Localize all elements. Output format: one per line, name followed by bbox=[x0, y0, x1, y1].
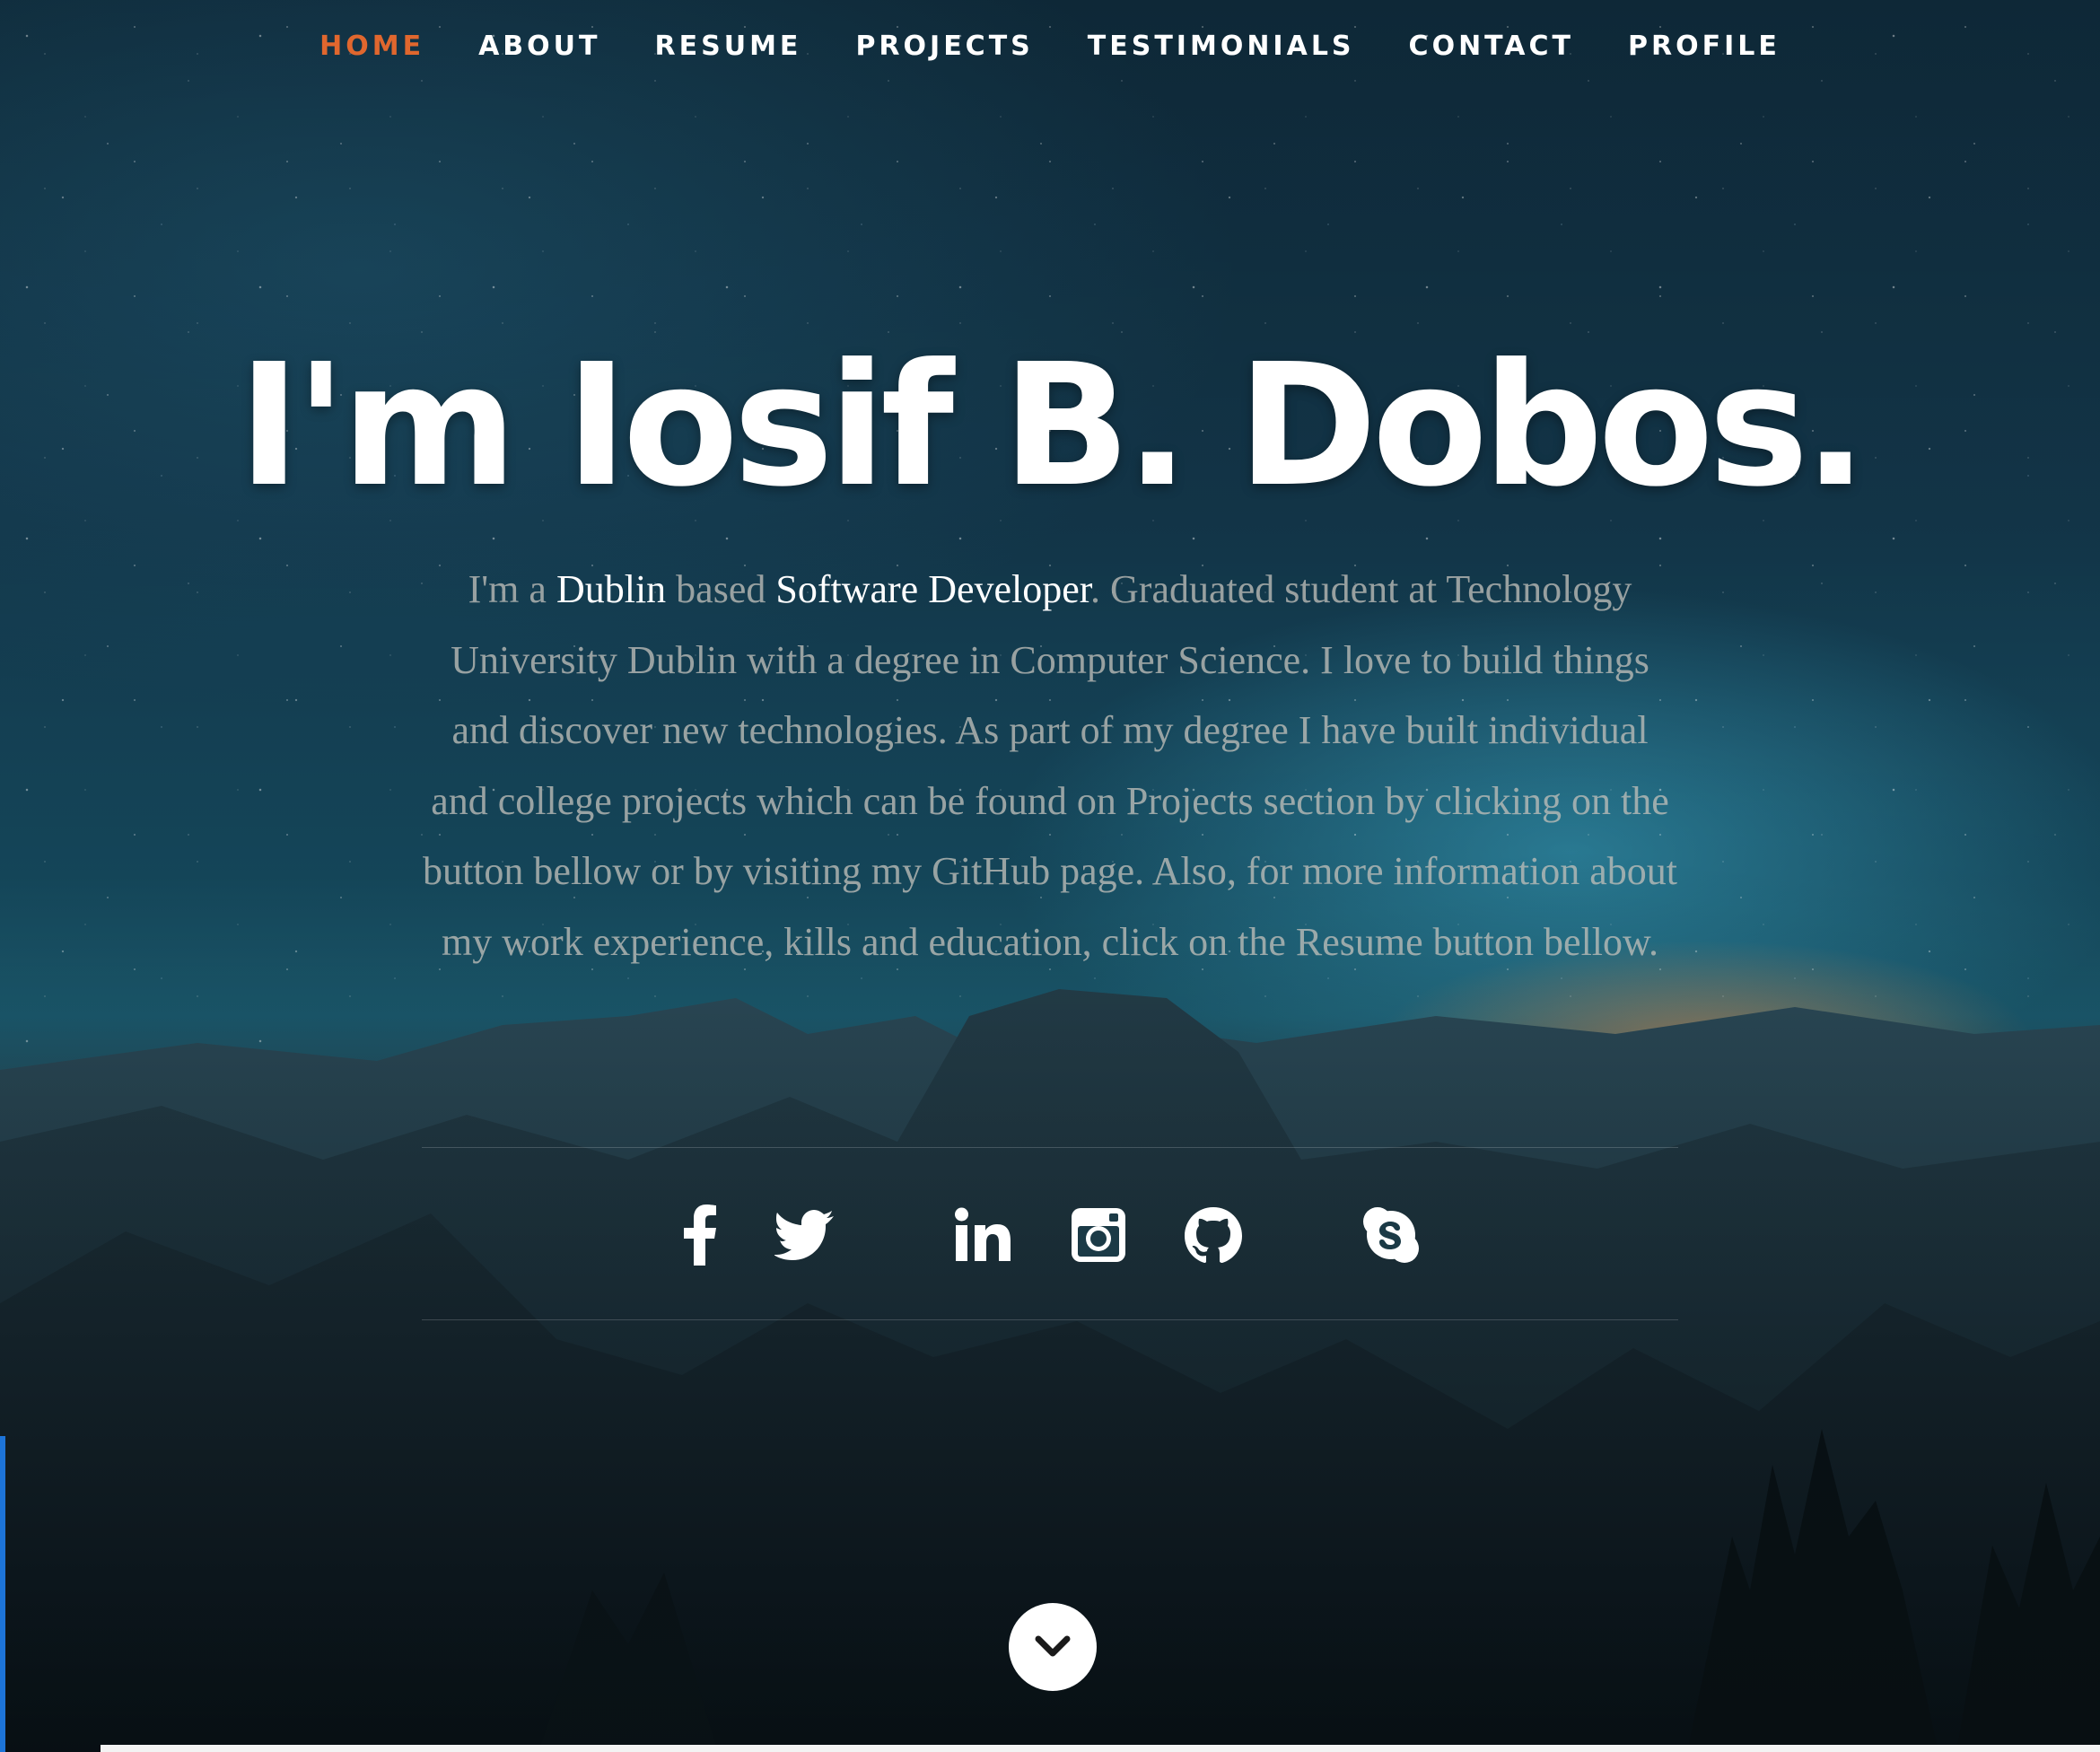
nav-testimonials[interactable]: TESTIMONIALS bbox=[1061, 27, 1382, 66]
intro-prefix: I'm a bbox=[468, 567, 556, 611]
hero-description: I'm a Dublin based Software Developer. G… bbox=[422, 555, 1678, 977]
github-icon[interactable] bbox=[1179, 1201, 1247, 1269]
bottom-strip bbox=[101, 1745, 2100, 1752]
hero-section: HOME ABOUT RESUME PROJECTS TESTIMONIALS … bbox=[0, 0, 2100, 1752]
skype-icon[interactable] bbox=[1357, 1201, 1425, 1269]
instagram-icon[interactable] bbox=[1064, 1201, 1133, 1269]
twitter-icon[interactable] bbox=[770, 1201, 838, 1269]
hero-title: I'm Iosif B. Dobos. bbox=[238, 328, 1868, 524]
facebook-icon[interactable] bbox=[666, 1201, 734, 1269]
nav-home[interactable]: HOME bbox=[293, 27, 451, 66]
linkedin-icon[interactable] bbox=[949, 1201, 1018, 1269]
nav-projects[interactable]: PROJECTS bbox=[828, 27, 1060, 66]
social-links bbox=[0, 1201, 2100, 1273]
divider-bottom bbox=[422, 1319, 1678, 1320]
main-navigation: HOME ABOUT RESUME PROJECTS TESTIMONIALS … bbox=[0, 27, 2100, 66]
scroll-down-button[interactable] bbox=[1009, 1603, 1097, 1691]
nav-resume[interactable]: RESUME bbox=[628, 27, 829, 66]
nav-profile[interactable]: PROFILE bbox=[1601, 27, 1807, 66]
chevron-down-icon bbox=[1035, 1635, 1071, 1657]
divider-top bbox=[422, 1147, 1678, 1148]
city-highlight: Dublin bbox=[556, 567, 667, 611]
nav-about[interactable]: ABOUT bbox=[451, 27, 627, 66]
window-edge bbox=[0, 1436, 5, 1752]
bio-text: . Graduated student at Technology Univer… bbox=[422, 567, 1678, 964]
intro-connector: based bbox=[666, 567, 776, 611]
role-highlight: Software Developer bbox=[775, 567, 1091, 611]
nav-contact[interactable]: CONTACT bbox=[1382, 27, 1601, 66]
